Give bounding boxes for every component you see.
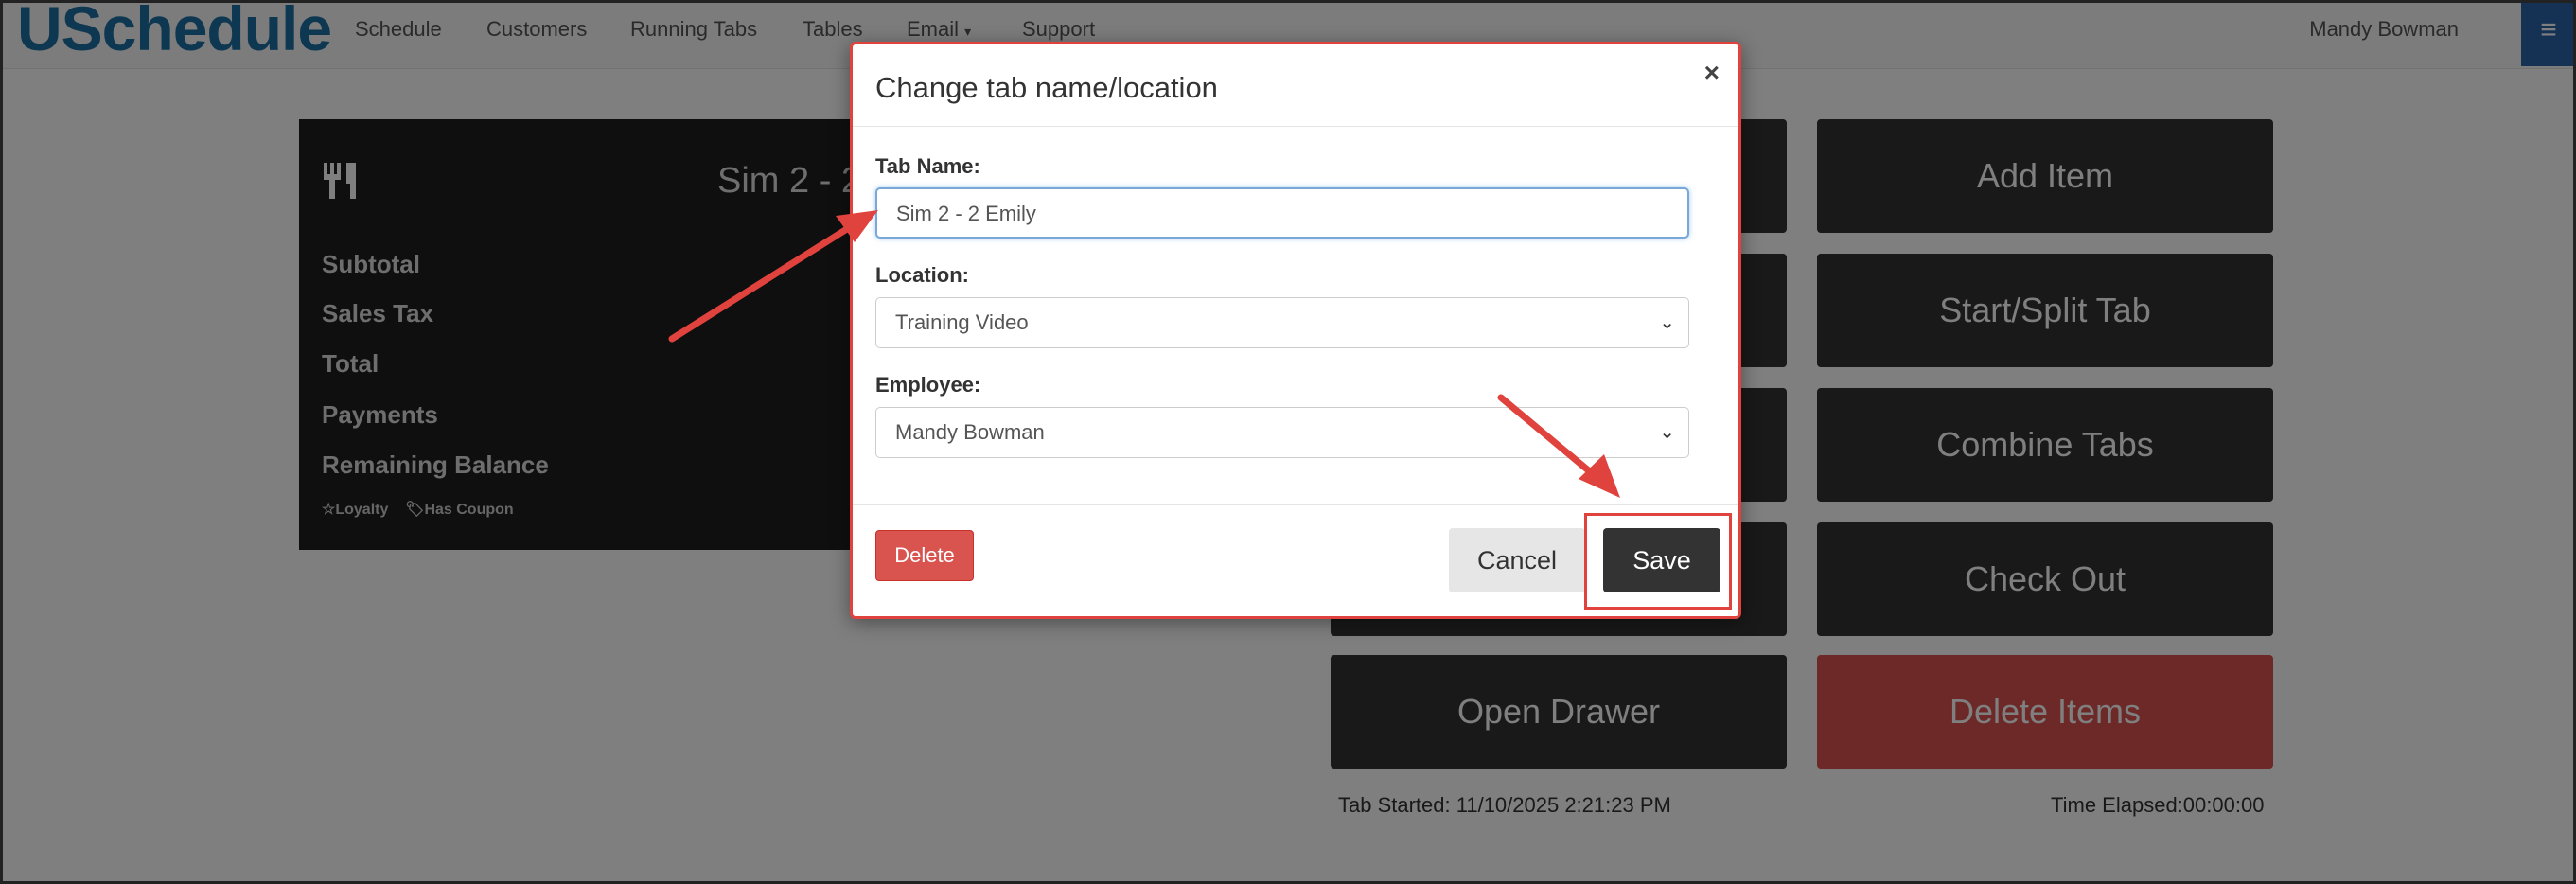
annotation-arrows <box>668 210 1620 498</box>
arrow-to-save-icon <box>1497 394 1620 498</box>
arrow-to-tab-name-icon <box>668 210 878 343</box>
